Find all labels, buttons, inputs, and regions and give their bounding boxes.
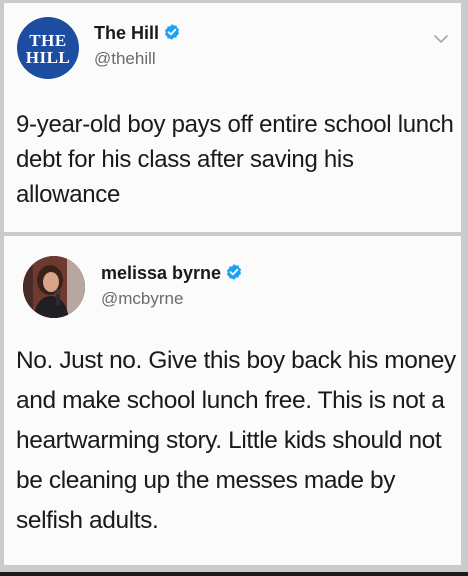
display-name[interactable]: The Hill <box>94 23 181 46</box>
avatar-photo <box>23 256 85 318</box>
tweet-text: No. Just no. Give this boy back his mone… <box>16 347 456 534</box>
tweet-card-mcbyrne[interactable]: melissa byrne @mcbyrne No. Just no. Give… <box>4 236 461 565</box>
user-handle[interactable]: @thehill <box>94 49 156 69</box>
verified-badge-icon <box>163 23 181 46</box>
display-name-text: The Hill <box>94 23 160 43</box>
display-name-text: melissa byrne <box>101 263 222 283</box>
chevron-down-icon[interactable] <box>433 31 449 49</box>
tweet-card-thehill[interactable]: THE HILL The Hill @thehill 9-year-old bo… <box>4 3 461 232</box>
avatar[interactable]: THE HILL <box>17 17 79 79</box>
avatar-logo-text: HILL <box>25 48 71 67</box>
avatar[interactable] <box>23 256 85 318</box>
user-handle[interactable]: @mcbyrne <box>101 289 183 309</box>
avatar-logo-text: THE <box>29 31 67 50</box>
display-name[interactable]: melissa byrne <box>101 263 243 286</box>
bottom-edge-bar <box>0 572 468 576</box>
tweet-text: 9-year-old boy pays off entire school lu… <box>16 111 454 208</box>
verified-badge-icon <box>225 263 243 286</box>
